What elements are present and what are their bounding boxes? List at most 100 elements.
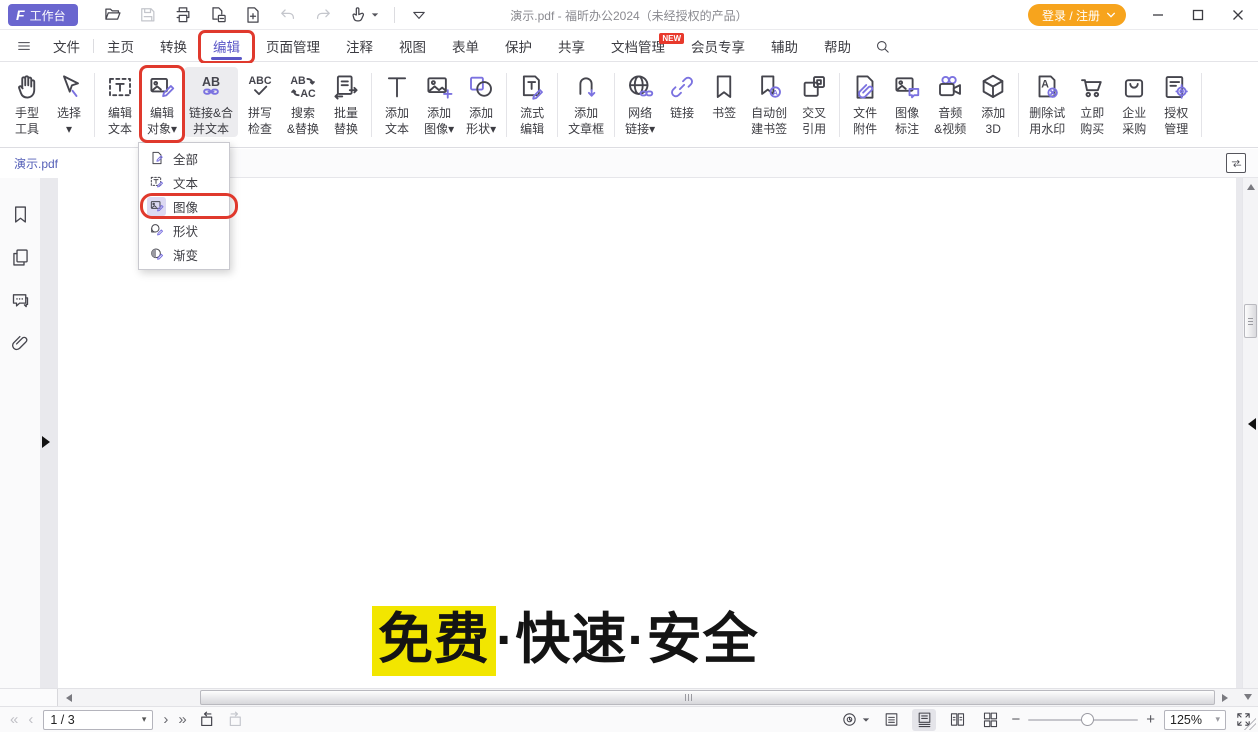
redo-icon[interactable] <box>313 5 333 25</box>
flow-edit-button[interactable]: 流式 编辑 <box>512 67 552 137</box>
extract-page-icon[interactable] <box>208 5 228 25</box>
search-icon[interactable] <box>864 38 901 55</box>
window-resize-grip[interactable] <box>1244 718 1256 730</box>
facing-layout-button[interactable] <box>945 709 969 731</box>
menu-member-exclusive[interactable]: 会员专享 <box>678 31 758 62</box>
menu-protect[interactable]: 保护 <box>492 31 545 62</box>
menu-file[interactable]: 文件 <box>40 31 93 62</box>
menu-form[interactable]: 表单 <box>439 31 492 62</box>
horizontal-scroll-thumb[interactable] <box>200 690 1215 705</box>
dropdown-item-image[interactable]: 图像 <box>139 194 229 218</box>
edit-text-button[interactable]: 编辑 文本 <box>100 67 140 137</box>
search-replace-button[interactable]: ABAC 搜索 &替换 <box>282 67 324 137</box>
add-text-button[interactable]: 添加 文本 <box>377 67 417 137</box>
page-number-input[interactable]: 1 / 3 ▾ <box>43 710 153 730</box>
right-panel-expand-arrow[interactable] <box>1248 418 1256 430</box>
horizontal-scrollbar[interactable] <box>0 688 1258 706</box>
link-button[interactable]: 链接 <box>662 67 702 121</box>
menu-home[interactable]: 主页 <box>94 31 147 62</box>
open-folder-icon[interactable] <box>103 5 123 25</box>
vertical-scroll-thumb[interactable] <box>1244 304 1257 338</box>
customize-toolbar-icon[interactable] <box>410 6 428 24</box>
file-attachment-button[interactable]: 文件 附件 <box>845 67 885 137</box>
close-button[interactable] <box>1218 0 1258 30</box>
menu-page-management[interactable]: 页面管理 <box>253 31 333 62</box>
hand-tool-button[interactable]: 手型 工具 <box>7 67 47 137</box>
menu-edit[interactable]: 编辑 <box>200 31 253 62</box>
zoom-in-button[interactable]: + <box>1146 712 1155 727</box>
facing-continuous-layout-button[interactable] <box>978 709 1002 731</box>
zoom-level-input[interactable]: 125% ▾ <box>1164 710 1226 730</box>
add-article-box-button[interactable]: 添加 文章框 <box>563 67 609 137</box>
zoom-slider-track[interactable] <box>1028 719 1138 721</box>
panel-toggle-button[interactable] <box>1226 153 1246 173</box>
dropdown-item-text[interactable]: 文本 <box>139 170 229 194</box>
zoom-out-button[interactable]: − <box>1011 712 1020 727</box>
add-shape-button[interactable]: 添加 形状▾ <box>461 67 501 137</box>
print-icon[interactable] <box>173 5 193 25</box>
first-page-button[interactable]: « <box>10 712 18 727</box>
scroll-right-arrow[interactable] <box>1222 694 1228 702</box>
auto-create-bookmark-button[interactable]: A 自动创 建书签 <box>746 67 792 137</box>
cross-reference-button[interactable]: 交叉 引用 <box>794 67 834 137</box>
image-annotation-button[interactable]: 图像 标注 <box>887 67 927 137</box>
continuous-layout-button[interactable] <box>912 709 936 731</box>
bookmark-button[interactable]: 书签 <box>704 67 744 121</box>
login-register-button[interactable]: 登录 / 注册 <box>1028 4 1126 26</box>
menu-view[interactable]: 视图 <box>386 31 439 62</box>
menu-share[interactable]: 共享 <box>545 31 598 62</box>
last-page-button[interactable]: » <box>178 712 186 727</box>
vertical-scrollbar[interactable] <box>1242 178 1258 688</box>
add-3d-button[interactable]: 添加 3D <box>973 67 1013 137</box>
menu-accessibility[interactable]: 辅助 <box>758 31 811 62</box>
document-tab[interactable]: 演示.pdf <box>0 149 140 178</box>
page-dropdown-caret-icon[interactable]: ▾ <box>142 714 147 725</box>
minimize-button[interactable] <box>1138 0 1178 30</box>
auto-scroll-button[interactable] <box>841 711 870 728</box>
menu-help[interactable]: 帮助 <box>811 31 864 62</box>
sidebar-expand-arrow[interactable] <box>42 436 50 448</box>
maximize-button[interactable] <box>1178 0 1218 30</box>
pages-panel-icon[interactable] <box>10 247 31 268</box>
dropdown-item-shape[interactable]: 形状 <box>139 218 229 242</box>
zoom-slider-knob[interactable] <box>1081 713 1094 726</box>
comments-panel-icon[interactable] <box>10 290 31 311</box>
batch-replace-button[interactable]: 批量 替换 <box>326 67 366 137</box>
add-image-button[interactable]: 添加 图像▾ <box>419 67 459 137</box>
create-pdf-icon[interactable] <box>243 5 263 25</box>
remove-trial-watermark-button[interactable]: A 删除试 用水印 <box>1024 67 1070 137</box>
scroll-down-arrow[interactable] <box>1244 694 1252 700</box>
scroll-left-arrow[interactable] <box>66 694 72 702</box>
save-icon[interactable] <box>138 5 158 25</box>
buy-now-button[interactable]: 立即 购买 <box>1072 67 1112 137</box>
ribbon-toolbar: 手型 工具 选择 ▾ 编辑 文本 编辑 对象▾ AB 链接&合 并文本 ABC … <box>0 63 1258 148</box>
scroll-up-arrow[interactable] <box>1247 184 1255 190</box>
hamburger-icon[interactable] <box>0 38 40 54</box>
audio-video-button[interactable]: 音频 &视频 <box>929 67 971 137</box>
pdf-page[interactable]: 免费·快速·安全 <box>58 178 1236 688</box>
dropdown-item-gradient[interactable]: 渐变 <box>139 242 229 266</box>
link-merge-text-button[interactable]: AB 链接&合 并文本 <box>184 67 238 137</box>
spell-check-button[interactable]: ABC 拼写 检查 <box>240 67 280 137</box>
edit-object-button[interactable]: 编辑 对象▾ <box>142 67 182 137</box>
select-button[interactable]: 选择 ▾ <box>49 67 89 137</box>
next-page-button[interactable]: › <box>163 712 168 727</box>
bookmark-panel-icon[interactable] <box>10 204 31 225</box>
workspace-button[interactable]: F 工作台 <box>8 4 78 26</box>
menu-comment[interactable]: 注释 <box>333 31 386 62</box>
zoom-dropdown-caret-icon[interactable]: ▾ <box>1215 714 1220 725</box>
enterprise-purchase-button[interactable]: 企业 采购 <box>1114 67 1154 137</box>
menu-document-management[interactable]: 文档管理 NEW <box>598 31 678 62</box>
dropdown-item-all[interactable]: 全部 <box>139 146 229 170</box>
previous-page-button[interactable]: ‹ <box>28 712 33 727</box>
edit-text-object-icon <box>147 173 166 192</box>
previous-view-icon[interactable] <box>197 710 216 729</box>
undo-icon[interactable] <box>278 5 298 25</box>
web-link-button[interactable]: 网络 链接▾ <box>620 67 660 137</box>
next-view-icon[interactable] <box>226 710 245 729</box>
attachments-panel-icon[interactable] <box>10 333 31 354</box>
touch-mode-icon[interactable] <box>348 5 379 25</box>
license-manage-button[interactable]: 授权 管理 <box>1156 67 1196 137</box>
single-page-layout-button[interactable] <box>879 709 903 731</box>
menu-convert[interactable]: 转换 <box>147 31 200 62</box>
